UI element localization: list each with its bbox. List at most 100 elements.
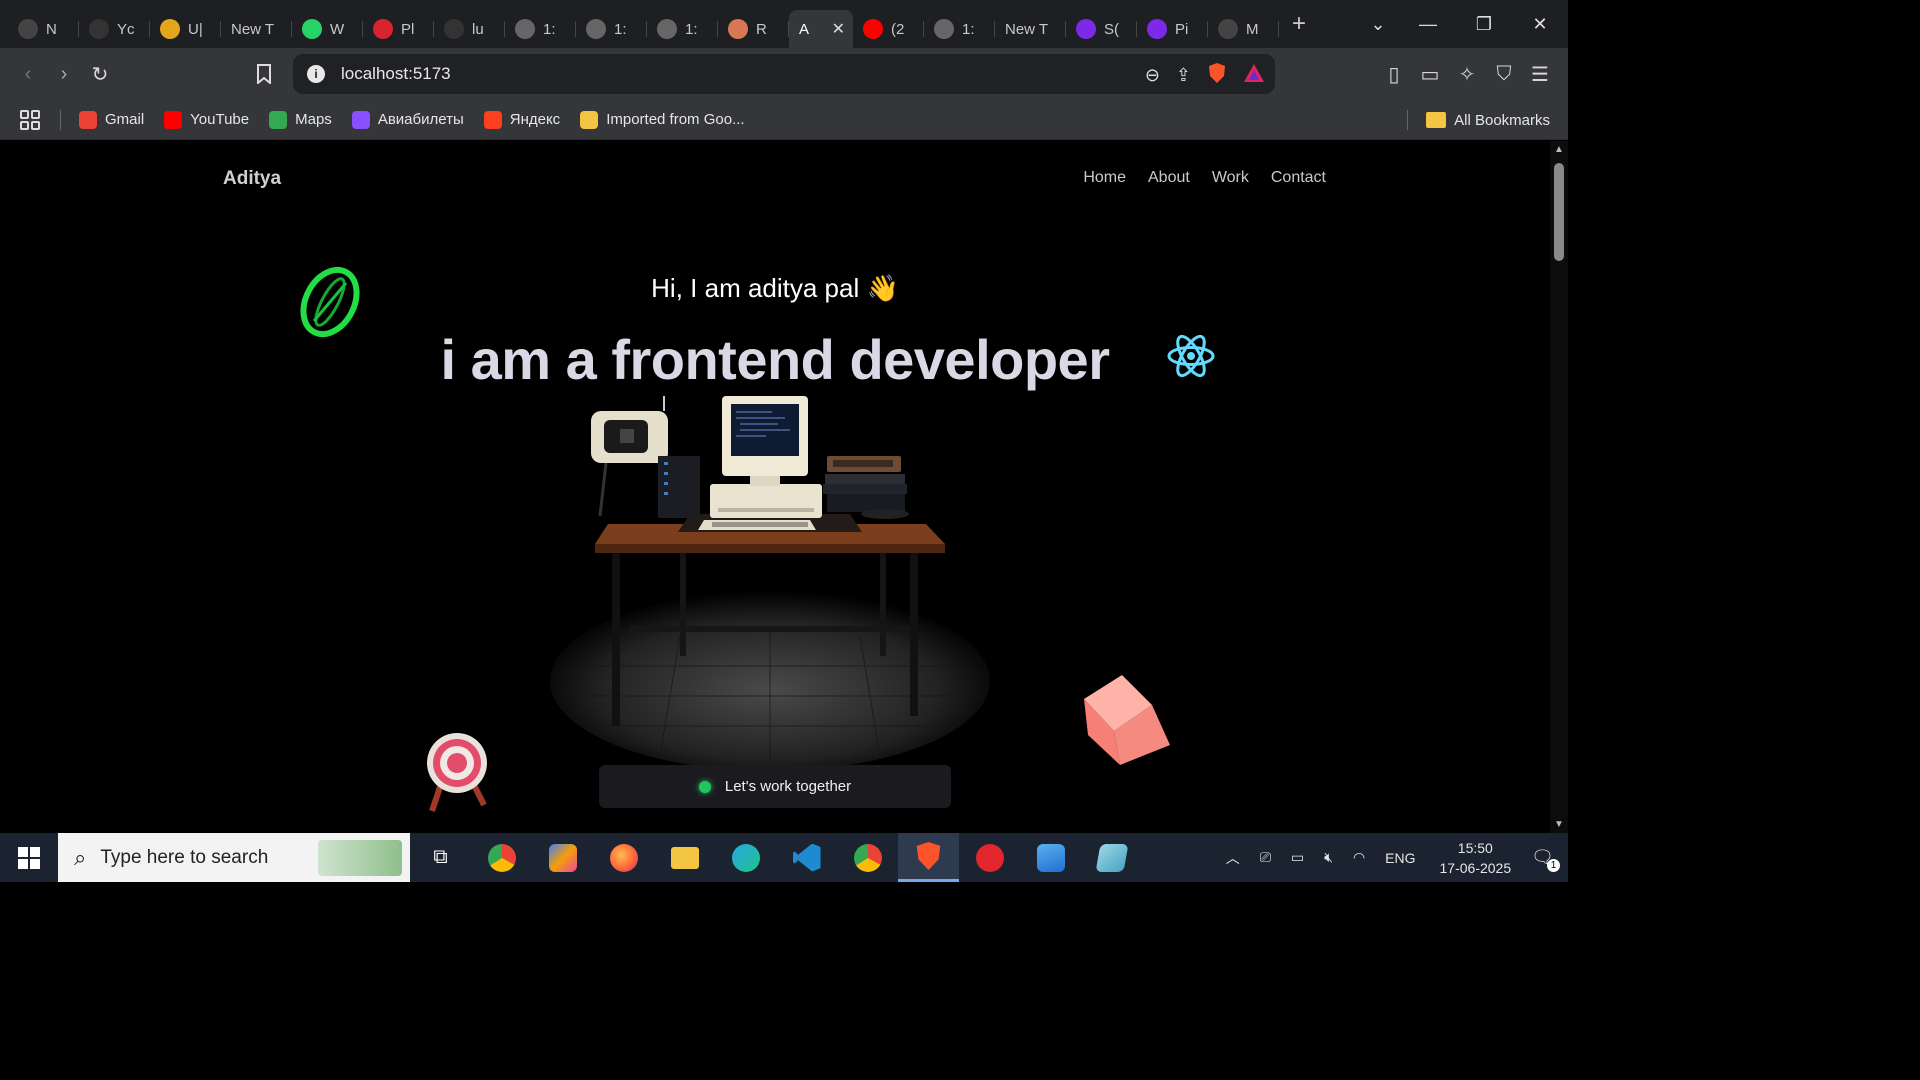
tab-label: Pi	[1175, 20, 1189, 38]
nav-about[interactable]: About	[1148, 169, 1190, 187]
hero-headline: i am a frontend developer	[440, 328, 1111, 391]
sidebar-icon[interactable]: ▯	[1376, 56, 1412, 92]
tab[interactable]: Yc	[79, 10, 150, 48]
site-brand[interactable]: Aditya	[223, 168, 281, 190]
all-bookmarks-folder[interactable]: All Bookmarks	[1426, 112, 1550, 129]
reload-button[interactable]: ↻	[82, 56, 118, 92]
chrome-profile-icon[interactable]	[837, 833, 898, 882]
speedtest-icon[interactable]	[959, 833, 1020, 882]
tab[interactable]: 1:	[924, 10, 995, 48]
tab-strip: N Yc U| New T W Pl lu 1: 1: 1: R A ✕ (2 1: New T S(Pi M	[0, 0, 1279, 48]
tab[interactable]: M	[1208, 10, 1279, 48]
forward-button[interactable]: ›	[46, 56, 82, 92]
page-scrollbar[interactable]: ▲ ▼	[1550, 141, 1568, 833]
tab[interactable]: N	[8, 10, 79, 48]
new-tab-button[interactable]: +	[1279, 10, 1319, 38]
notification-count-badge: 1	[1547, 859, 1560, 872]
vscode-icon[interactable]	[776, 833, 837, 882]
bookmarks-bar: Gmail YouTube Maps Авиабилеты Яндекс Imported…	[0, 100, 1568, 140]
minimize-button[interactable]: —	[1400, 0, 1456, 48]
tab[interactable]: 1:	[505, 10, 576, 48]
brave-rewards-icon[interactable]	[1243, 63, 1265, 88]
close-window-button[interactable]: ✕	[1512, 0, 1568, 48]
wifi-icon[interactable]: ◠	[1353, 849, 1365, 866]
notepad-icon[interactable]	[1081, 833, 1142, 882]
tab[interactable]: New T	[221, 10, 292, 48]
bookmark-item[interactable]: Авиабилеты	[351, 110, 464, 129]
scroll-up-arrow-icon[interactable]: ▲	[1554, 144, 1564, 155]
edge-icon[interactable]	[715, 833, 776, 882]
nav-work[interactable]: Work	[1212, 169, 1249, 187]
copilot-icon[interactable]	[532, 833, 593, 882]
openai-icon	[18, 19, 38, 39]
tab-label: U|	[188, 20, 203, 38]
all-bookmarks-label: All Bookmarks	[1454, 111, 1550, 129]
bookmark-item[interactable]: Maps	[269, 110, 332, 129]
nav-home[interactable]: Home	[1083, 169, 1126, 187]
tab[interactable]: Pl	[363, 10, 434, 48]
wallet-icon[interactable]: ▭	[1412, 56, 1448, 92]
back-button[interactable]: ‹	[10, 56, 46, 92]
tab[interactable]: New T	[995, 10, 1066, 48]
tab-search-chevron-icon[interactable]: ⌄	[1350, 0, 1406, 48]
tab[interactable]: (2	[853, 10, 924, 48]
tab[interactable]: S(	[1066, 10, 1137, 48]
tab[interactable]: W	[292, 10, 363, 48]
yandex-icon	[483, 110, 502, 129]
clock-time: 15:50	[1457, 839, 1493, 856]
clock[interactable]: 15:50 17-06-2025	[1440, 838, 1512, 878]
vpn-shield-icon[interactable]: ⛉	[1486, 56, 1522, 92]
menu-icon[interactable]: ☰	[1522, 56, 1558, 92]
bookmark-item[interactable]: YouTube	[164, 110, 249, 129]
language-indicator[interactable]: ENG	[1385, 850, 1415, 866]
tab[interactable]: U|	[150, 10, 221, 48]
task-view-icon[interactable]: ⧉	[410, 833, 471, 882]
show-hidden-icons-chevron-icon[interactable]: ︿	[1226, 848, 1240, 868]
firefox-icon[interactable]	[593, 833, 654, 882]
youtube-icon	[863, 19, 883, 39]
site-info-icon[interactable]: i	[307, 65, 325, 83]
hero-greeting: Hi, I am aditya pal 👋	[651, 273, 899, 303]
leo-ai-icon[interactable]: ✧	[1449, 56, 1485, 92]
scroll-down-arrow-icon[interactable]: ▼	[1554, 819, 1564, 830]
tab[interactable]: Pi	[1137, 10, 1208, 48]
bookmark-item[interactable]: Яндекс	[483, 110, 560, 129]
file-explorer-icon[interactable]	[654, 833, 715, 882]
address-bar[interactable]: i localhost:5173 ⊖ ⇪	[293, 54, 1275, 94]
browser-toolbar: ‹ › ↻ i localhost:5173 ⊖ ⇪ ▯ ▭ ✧ ⛉ ☰	[0, 48, 1568, 100]
apps-grid-icon[interactable]	[0, 109, 60, 131]
battery-icon[interactable]: ▭	[1291, 849, 1304, 866]
photos-icon[interactable]	[1020, 833, 1081, 882]
tab-label: Pl	[401, 20, 415, 38]
brave-browser-icon[interactable]	[898, 833, 959, 882]
tab[interactable]: lu	[434, 10, 505, 48]
canva-icon	[1076, 19, 1096, 39]
notification-center-icon[interactable]: 🗨︎ 1	[1531, 847, 1560, 872]
folder-icon	[580, 110, 599, 129]
close-tab-icon[interactable]: ✕	[832, 19, 845, 39]
tab-label: R	[756, 20, 767, 38]
tab-active[interactable]: A ✕	[789, 10, 853, 48]
bookmark-icon[interactable]	[246, 56, 282, 92]
bookmark-item[interactable]: Gmail	[79, 110, 144, 129]
volume-muted-icon[interactable]: 🔇︎	[1324, 849, 1333, 866]
site-nav: Home About Work Contact	[1083, 169, 1326, 187]
taskbar-search-box[interactable]: ⌕ Type here to search	[58, 833, 410, 882]
brave-shields-icon[interactable]	[1207, 62, 1227, 89]
scroll-thumb[interactable]	[1554, 163, 1564, 261]
restore-button[interactable]: ❐	[1456, 0, 1512, 48]
work-together-button[interactable]: Let's work together	[599, 765, 951, 808]
start-button[interactable]	[0, 833, 58, 882]
desk-computer-illustration	[550, 396, 990, 771]
bookmark-item[interactable]: Imported from Goo...	[580, 110, 745, 129]
share-icon[interactable]: ⇪	[1176, 65, 1191, 86]
zoom-icon[interactable]: ⊖	[1145, 65, 1160, 86]
tab-label: 1:	[685, 20, 698, 38]
chrome-icon[interactable]	[471, 833, 532, 882]
meet-now-icon[interactable]: ⎚	[1260, 849, 1271, 866]
tab[interactable]: 1:	[647, 10, 718, 48]
tab[interactable]: 1:	[576, 10, 647, 48]
nav-contact[interactable]: Contact	[1271, 169, 1326, 187]
tab[interactable]: R	[718, 10, 789, 48]
cube-icon	[1084, 675, 1170, 765]
